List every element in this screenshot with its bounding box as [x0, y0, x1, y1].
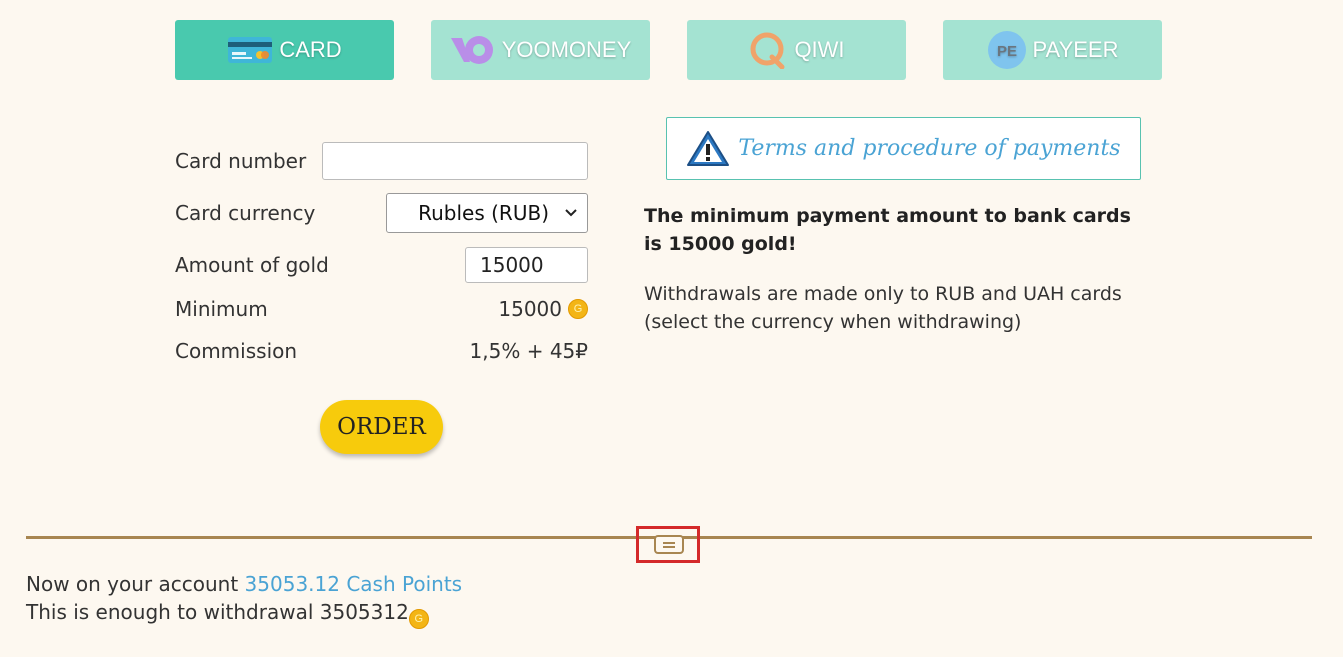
amount-row: Amount of gold: [175, 246, 588, 284]
qiwi-logo-icon: [750, 32, 785, 69]
tab-payeer-label: PAYEER: [1032, 37, 1119, 62]
minimum-value: 15000: [498, 297, 562, 321]
terms-label: Terms and procedure of payments: [738, 136, 1121, 161]
card-currency-value: Rubles (RUB): [418, 200, 549, 225]
minimum-value-group: 15000 G: [498, 297, 588, 321]
card-currency-row: Card currency Rubles (RUB): [175, 192, 588, 233]
cash-points-link[interactable]: 35053.12 Cash Points: [245, 572, 463, 596]
payment-method-tabs: CARD YOOMONEY QIWI PE PAYEER: [175, 20, 1162, 80]
account-balance-line: Now on your account 35053.12 Cash Points: [26, 570, 462, 598]
order-button[interactable]: ORDER: [320, 400, 443, 454]
terms-button[interactable]: Terms and procedure of payments: [666, 117, 1141, 180]
credit-card-icon: [228, 37, 273, 63]
gold-coin-icon: G: [568, 299, 588, 319]
collapse-toggle-icon[interactable]: [654, 535, 684, 555]
tab-card-label: CARD: [279, 37, 342, 62]
tab-yoomoney-label: YOOMONEY: [501, 37, 632, 62]
commission-row: Commission 1,5% + 45₽: [175, 336, 588, 366]
enough-value: 3505312: [319, 600, 409, 624]
tab-yoomoney[interactable]: YOOMONEY: [431, 20, 650, 80]
tab-qiwi-label: QIWI: [794, 37, 845, 62]
card-number-input[interactable]: [322, 142, 588, 180]
account-prefix: Now on your account: [26, 572, 245, 596]
enough-prefix: This is enough to withdrawal: [26, 600, 320, 624]
tab-qiwi[interactable]: QIWI: [687, 20, 906, 80]
commission-value: 1,5% + 45₽: [469, 339, 588, 363]
gold-coin-icon: G: [408, 609, 429, 629]
tab-card[interactable]: CARD: [175, 20, 394, 80]
minimum-payment-notice: The minimum payment amount to bank cards…: [644, 205, 1131, 255]
card-number-row: Card number: [175, 142, 588, 180]
payeer-logo-icon: PE: [987, 31, 1026, 69]
amount-input[interactable]: [465, 247, 588, 283]
payeer-logo-text: PE: [996, 43, 1016, 60]
yoomoney-logo-icon: [450, 36, 493, 64]
minimum-row: Minimum 15000 G: [175, 294, 588, 324]
withdrawal-capacity-line: This is enough to withdrawal 3505312 G: [26, 598, 462, 629]
warning-icon: [687, 130, 730, 166]
currency-note: Withdrawals are made only to RUB and UAH…: [644, 283, 1122, 333]
account-summary: Now on your account 35053.12 Cash Points…: [26, 570, 462, 629]
card-currency-select[interactable]: Rubles (RUB): [386, 192, 588, 233]
chevron-down-icon: [565, 208, 577, 216]
tab-payeer[interactable]: PE PAYEER: [943, 20, 1162, 80]
